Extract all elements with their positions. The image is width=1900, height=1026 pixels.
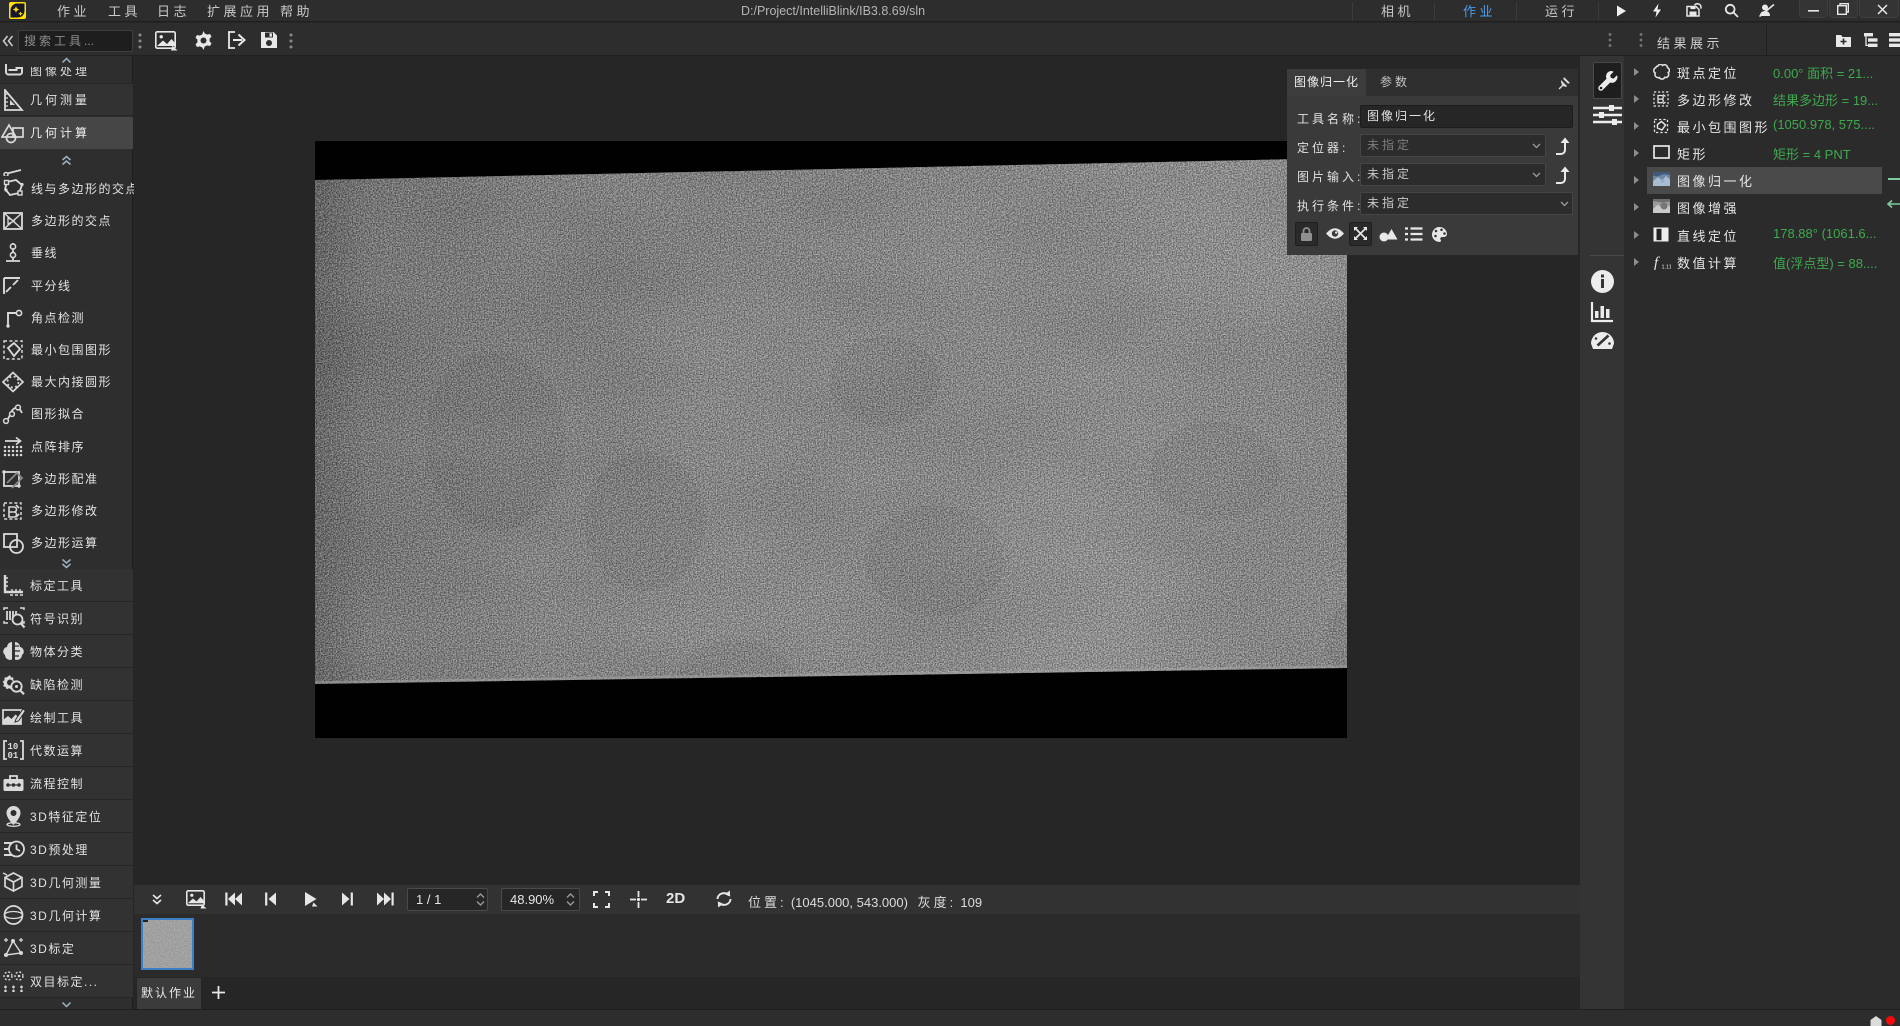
svg-text:01: 01 bbox=[8, 751, 19, 761]
svg-text:f: f bbox=[1654, 255, 1660, 270]
svg-text:1.11: 1.11 bbox=[1662, 265, 1672, 271]
